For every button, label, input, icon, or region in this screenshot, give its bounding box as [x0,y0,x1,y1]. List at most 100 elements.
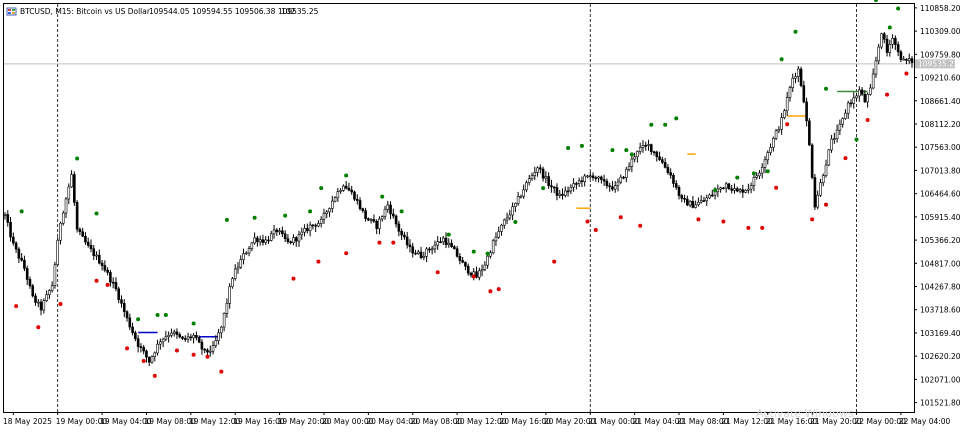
fractal-down-marker [885,92,890,97]
fractal-down-marker [125,346,130,351]
price-axis-label: 107013.80 [920,166,960,175]
candle [73,171,76,206]
fractal-down-marker [774,185,779,190]
price-axis-label: 103169.40 [920,329,960,338]
fractal-up-marker [94,211,99,216]
price-axis-label: 101521.80 [920,399,960,408]
fractal-down-marker [36,325,41,330]
candle [491,238,495,255]
fractal-up-marker [629,152,634,157]
candle [61,210,65,226]
fractal-down-marker [291,276,296,281]
fractal-up-marker [765,169,770,174]
fractal-down-marker [316,259,321,264]
fractal-down-marker [618,215,623,220]
price-axis-label: 104817.00 [920,259,960,268]
fractal-down-marker [488,289,493,294]
fractal-up-marker [541,186,546,191]
price-chart[interactable]: 110858.20 110309.00 109759.80 109210.60 1086… [0,0,960,432]
candle [810,143,814,180]
fractal-down-marker [94,278,99,283]
fractal-up-marker [610,148,615,153]
fractal-down-marker [152,373,157,378]
candle [150,355,154,364]
fractal-down-marker [141,359,146,364]
fractal-down-marker [174,348,179,353]
fractal-up-marker [779,57,784,62]
fractal-up-marker [887,25,892,30]
fractal-up-marker [163,312,168,317]
candle [774,128,778,141]
price-axis-label: 110309.00 [920,27,960,36]
chart-canvas[interactable]: 110858.20 110309.00 109759.80 109210.60 1086… [0,0,960,432]
time-axis-label: 22 May 04:00 [899,417,951,426]
fractal-up-marker [566,145,571,150]
fractal-up-marker [308,209,313,214]
fractal-down-marker [552,259,557,264]
price-axis-label: 105915.40 [920,213,960,222]
fractal-down-marker [638,223,643,228]
fractal-up-marker [485,251,490,256]
fractal-up-marker [283,213,288,218]
fractal-up-marker [624,148,629,153]
fractal-down-marker [760,225,765,230]
fractal-down-marker [496,287,501,292]
price-axis-label: 109759.80 [920,50,960,59]
fractal-down-marker [593,227,598,232]
fractal-down-marker [58,301,63,306]
fractal-down-marker [377,240,382,245]
fractal-down-marker [391,240,396,245]
candle [783,108,786,120]
fractal-down-marker [435,270,440,275]
fractal-up-marker [579,143,584,148]
price-axis-label: 107563.00 [920,143,960,152]
fractal-down-marker [191,352,196,357]
fractal-down-marker [810,217,815,222]
fractal-up-marker [649,122,654,127]
candle [808,117,811,146]
fractal-down-marker [721,219,726,224]
fractal-up-marker [674,116,679,121]
fractal-up-marker [471,249,476,254]
price-axis-label: 109210.60 [920,74,960,83]
fractal-down-marker [471,274,476,279]
fractal-down-marker [14,304,19,309]
symbol-info: BTCUSD, M15: Bitcoin vs US Dollar [20,7,151,16]
candle [813,173,817,211]
price-axis-label: 103718.60 [920,306,960,315]
fractal-down-marker [105,282,110,287]
fractal-up-marker [380,194,385,199]
fractal-down-marker [785,122,790,127]
current-price-tag: 109535.25 [915,59,959,69]
price-axis-label: 102620.20 [920,352,960,361]
fractal-up-marker [19,209,24,214]
candle [31,284,35,298]
fractal-up-marker [735,175,740,180]
candle [880,32,883,49]
price-axis-label: 106464.60 [920,190,960,199]
fractal-up-marker [896,6,901,11]
fractal-up-marker [155,312,160,317]
fractal-up-marker [663,122,668,127]
fractal-down-marker [746,225,751,230]
candle [799,66,803,88]
candle [56,237,60,266]
activation-watermark: Activate Windows [756,407,854,420]
time-axis-label: 18 May 2025 [3,417,52,426]
price-axis-label: 104267.80 [920,283,960,292]
fractal-up-marker [513,219,518,224]
candle [53,261,57,289]
fractal-down-marker [824,202,829,207]
candle [827,148,831,167]
fractal-up-marker [446,232,451,237]
fractal-up-marker [136,317,141,322]
fractal-up-marker [793,29,798,34]
price-axis-label: 110858.20 [920,4,960,13]
fractal-down-marker [205,354,210,359]
chart-window-icon [6,7,17,16]
price-axis-label: 108112.20 [920,120,960,129]
fractal-up-marker [319,186,324,191]
tick-volume: 102 [281,7,296,16]
fractal-up-marker [191,321,196,326]
fractal-down-marker [696,217,701,222]
